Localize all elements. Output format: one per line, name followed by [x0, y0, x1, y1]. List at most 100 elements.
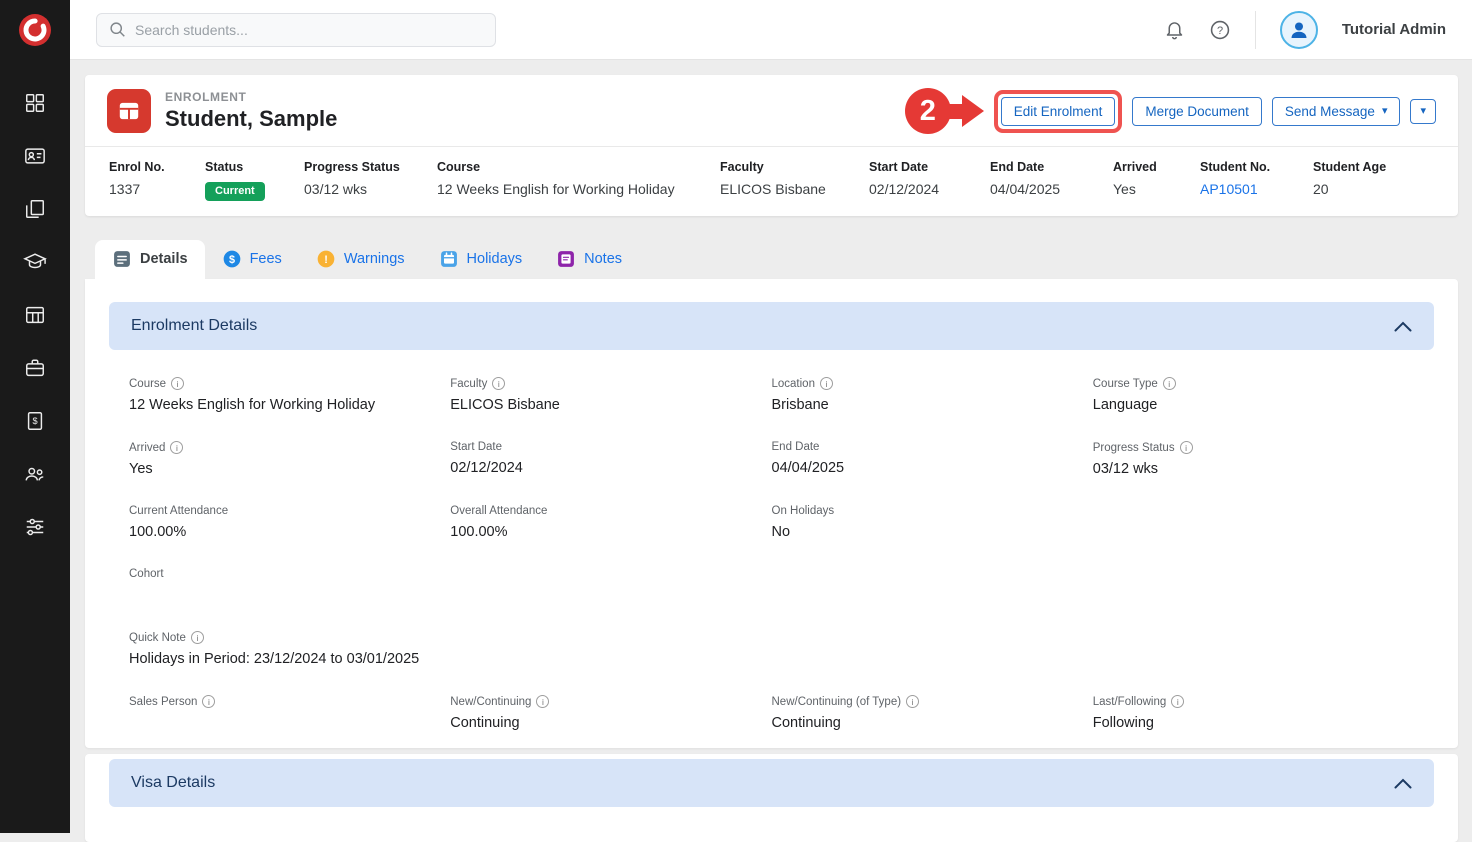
summary-progress-status: Progress Status 03/12 wks: [304, 160, 437, 201]
warnings-icon: !: [316, 249, 336, 269]
main-content: ENROLMENT Student, Sample 2 Edit Enrolme…: [70, 60, 1472, 833]
notifications-button[interactable]: [1164, 19, 1185, 40]
student-search[interactable]: [96, 13, 496, 47]
merge-document-button[interactable]: Merge Document: [1132, 97, 1262, 126]
sidebar-item-tables[interactable]: [18, 302, 52, 328]
user-name: Tutorial Admin: [1342, 21, 1446, 38]
summary-faculty: Faculty ELICOS Bisbane: [720, 160, 869, 201]
tab-holidays[interactable]: Holidays: [422, 240, 540, 279]
enrolment-icon: [107, 89, 151, 133]
topbar: ? Tutorial Admin: [70, 0, 1472, 60]
table-icon: [24, 304, 46, 326]
field-sales-person: Sales Personi: [129, 695, 450, 732]
sidebar-item-courses[interactable]: [18, 249, 52, 275]
summary-end-date: End Date 04/04/2025: [990, 160, 1113, 201]
summary-student-no: Student No. AP10501: [1200, 160, 1313, 201]
sidebar-item-finance[interactable]: $: [18, 408, 52, 434]
annotation-number: 2: [905, 88, 951, 134]
field-progress-status: Progress Statusi 03/12 wks: [1093, 441, 1414, 478]
chevron-up-icon: [1394, 778, 1412, 789]
student-card-icon: [24, 145, 46, 167]
page-kicker: ENROLMENT: [165, 90, 337, 104]
status-badge: Current: [205, 182, 265, 201]
tab-notes[interactable]: Notes: [539, 240, 639, 279]
details-icon: [112, 249, 132, 269]
field-current-attendance: Current Attendance 100.00%: [129, 505, 450, 541]
info-icon: i: [1163, 377, 1176, 390]
summary-enrol-no: Enrol No. 1337: [109, 160, 205, 201]
info-icon: i: [202, 695, 215, 708]
sidebar-item-students[interactable]: [18, 143, 52, 169]
holidays-icon: [439, 249, 459, 269]
fees-icon: $: [222, 249, 242, 269]
enrolment-tabs: Details $ Fees ! Warnings Holidays: [85, 240, 1458, 279]
field-arrived: Arrivedi Yes: [129, 441, 450, 478]
pages-icon: [24, 198, 46, 220]
summary-student-age: Student Age 20: [1313, 160, 1386, 201]
info-icon: i: [1171, 695, 1184, 708]
tab-details[interactable]: Details: [95, 240, 205, 279]
info-icon: i: [170, 441, 183, 454]
chevron-down-icon: ▾: [1420, 106, 1426, 117]
user-avatar[interactable]: [1280, 11, 1318, 49]
collapse-section-button[interactable]: [1394, 778, 1412, 789]
svg-text:$: $: [32, 416, 37, 426]
info-icon: i: [906, 695, 919, 708]
field-faculty: Facultyi ELICOS Bisbane: [450, 377, 771, 414]
invoice-dollar-icon: $: [24, 410, 46, 432]
annotation-step-2: 2: [905, 88, 984, 134]
more-actions-button[interactable]: ▾: [1410, 99, 1436, 124]
field-course: Coursei 12 Weeks English for Working Hol…: [129, 377, 450, 414]
dashboard-icon: [24, 92, 46, 114]
summary-arrived: Arrived Yes: [1113, 160, 1200, 201]
tab-warnings[interactable]: ! Warnings: [299, 240, 422, 279]
tab-fees[interactable]: $ Fees: [205, 240, 299, 279]
edit-enrolment-button[interactable]: Edit Enrolment: [1001, 97, 1116, 126]
person-icon: [1287, 18, 1311, 42]
grid-filler: [1093, 505, 1414, 541]
field-course-type: Course Typei Language: [1093, 377, 1414, 414]
field-cohort: Cohort: [129, 568, 450, 604]
field-start-date: Start Date 02/12/2024: [450, 441, 771, 478]
svg-text:$: $: [229, 254, 235, 266]
info-icon: i: [1180, 441, 1193, 454]
enrolment-header-top: ENROLMENT Student, Sample 2 Edit Enrolme…: [85, 75, 1458, 146]
sidebar-item-business[interactable]: [18, 355, 52, 381]
grid-filler: [1093, 568, 1414, 604]
field-new-continuing-of-type: New/Continuing (of Type)i Continuing: [772, 695, 1093, 732]
section-title: Visa Details: [131, 774, 215, 792]
info-icon: i: [492, 377, 505, 390]
people-icon: [23, 463, 47, 485]
enrolment-fields-grid: Coursei 12 Weeks English for Working Hol…: [109, 350, 1434, 732]
field-end-date: End Date 04/04/2025: [772, 441, 1093, 478]
sidebar: $: [0, 0, 70, 833]
search-input[interactable]: [135, 22, 483, 38]
svg-text:?: ?: [1217, 24, 1223, 36]
grid-filler: [772, 568, 1093, 604]
svg-text:!: !: [324, 254, 328, 266]
sidebar-item-settings[interactable]: [18, 514, 52, 540]
header-actions: 2 Edit Enrolment Merge Document Send Mes…: [905, 88, 1436, 134]
collapse-section-button[interactable]: [1394, 321, 1412, 332]
app-logo[interactable]: [0, 0, 70, 60]
search-icon: [109, 21, 126, 38]
annotation-arrow-icon: [962, 95, 984, 127]
sidebar-item-documents[interactable]: [18, 196, 52, 222]
field-location: Locationi Brisbane: [772, 377, 1093, 414]
field-overall-attendance: Overall Attendance 100.00%: [450, 505, 771, 541]
help-button[interactable]: ?: [1209, 19, 1231, 41]
sidebar-item-dashboard[interactable]: [18, 90, 52, 116]
chevron-up-icon: [1394, 321, 1412, 332]
visa-details-header[interactable]: Visa Details: [109, 759, 1434, 807]
bell-icon: [1164, 19, 1185, 40]
enrolment-summary-row: Enrol No. 1337 Status Current Progress S…: [85, 146, 1458, 216]
sidebar-item-people[interactable]: [18, 461, 52, 487]
field-new-continuing: New/Continuingi Continuing: [450, 695, 771, 732]
enrolment-details-header[interactable]: Enrolment Details: [109, 302, 1434, 350]
send-message-button[interactable]: Send Message ▾: [1272, 97, 1401, 126]
enrolment-header-card: ENROLMENT Student, Sample 2 Edit Enrolme…: [85, 75, 1458, 216]
notes-icon: [556, 249, 576, 269]
student-no-link[interactable]: AP10501: [1200, 181, 1258, 197]
topbar-divider: [1255, 11, 1256, 49]
info-icon: i: [191, 631, 204, 644]
